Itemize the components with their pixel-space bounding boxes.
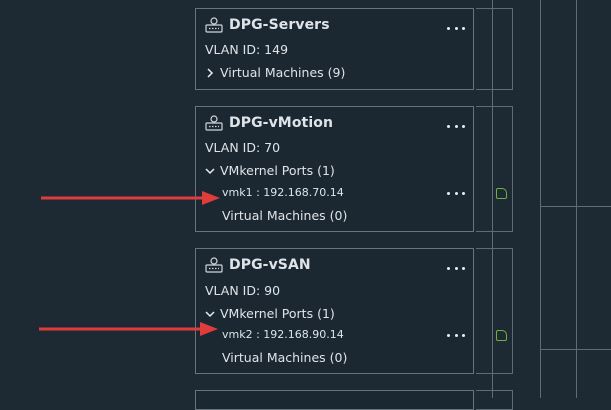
uplink-connector [476,390,513,410]
port-group-card[interactable]: DPG-vSAN VLAN ID: 90 VMkernel Ports (1) … [195,248,474,374]
uplink-connector [476,106,513,232]
virtual-machines-label: Virtual Machines (0) [222,208,348,223]
port-group-title[interactable]: DPG-vSAN [229,257,311,273]
port-more-actions-button[interactable] [447,188,465,198]
vmkernel-ports-toggle[interactable]: VMkernel Ports (1) [205,306,335,321]
more-actions-button[interactable] [447,121,465,131]
port-group-title[interactable]: DPG-vMotion [229,115,333,131]
virtual-machines-label: Virtual Machines (9) [220,65,346,80]
topology-divider-2 [540,0,541,398]
port-group-icon [205,17,223,33]
card-header: DPG-Servers [205,16,330,34]
virtual-machines-label: Virtual Machines (0) [222,350,348,365]
vlan-id: VLAN ID: 90 [205,283,281,298]
more-actions-button[interactable] [447,23,465,33]
port-group-card[interactable]: DPG-Servers VLAN ID: 149 Virtual Machine… [195,8,474,90]
port-group-card[interactable]: DPG-vMotion VLAN ID: 70 VMkernel Ports (… [195,106,474,232]
topology-row-line [541,206,611,207]
port-group-icon [205,257,223,273]
annotation-arrow-vmk1 [41,191,220,205]
chevron-down-icon [205,167,215,174]
port-group-title[interactable]: DPG-Servers [229,17,330,33]
card-header: DPG-vMotion [205,114,333,132]
chevron-right-icon [207,67,214,78]
vmkernel-port-item[interactable]: vmk1 : 192.168.70.14 [222,186,344,199]
topology-divider-3 [576,0,577,398]
vmkernel-port-icon[interactable] [496,330,507,341]
virtual-machines-toggle[interactable]: Virtual Machines (9) [205,65,345,80]
vmkernel-port-icon[interactable] [496,188,507,199]
topology-row-line [541,349,611,350]
annotation-arrow-vmk2 [39,322,218,336]
card-header: DPG-vSAN [205,256,311,274]
uplink-connector [476,248,513,374]
chevron-down-icon [205,310,215,317]
port-group-card-partial[interactable] [195,390,474,410]
vlan-id: VLAN ID: 70 [205,140,281,155]
vlan-id: VLAN ID: 149 [205,42,289,57]
vmkernel-ports-label: VMkernel Ports (1) [220,306,335,321]
port-group-icon [205,115,223,131]
more-actions-button[interactable] [447,263,465,273]
vmkernel-ports-label: VMkernel Ports (1) [220,163,335,178]
port-more-actions-button[interactable] [447,330,465,340]
uplink-connector [476,8,513,90]
vmkernel-port-item[interactable]: vmk2 : 192.168.90.14 [222,328,344,341]
vmkernel-ports-toggle[interactable]: VMkernel Ports (1) [205,163,335,178]
